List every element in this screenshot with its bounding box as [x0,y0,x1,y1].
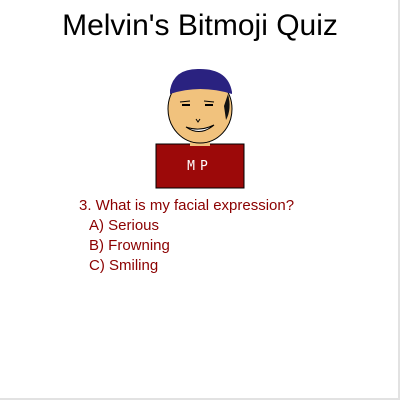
question-text: 3. What is my facial expression? [79,197,295,214]
quiz-section: 3. What is my facial expression? A) Seri… [79,196,294,276]
bitmoji-avatar: MP [155,68,245,189]
option-a[interactable]: A) Serious [89,216,294,236]
answer-options: A) Serious B) Frowning C) Smiling [79,216,294,276]
option-b[interactable]: B) Frowning [89,236,294,256]
shirt-text: MP [187,159,213,174]
page-title: Melvin's Bitmoji Quiz [62,9,338,42]
option-c[interactable]: C) Smiling [89,256,294,276]
